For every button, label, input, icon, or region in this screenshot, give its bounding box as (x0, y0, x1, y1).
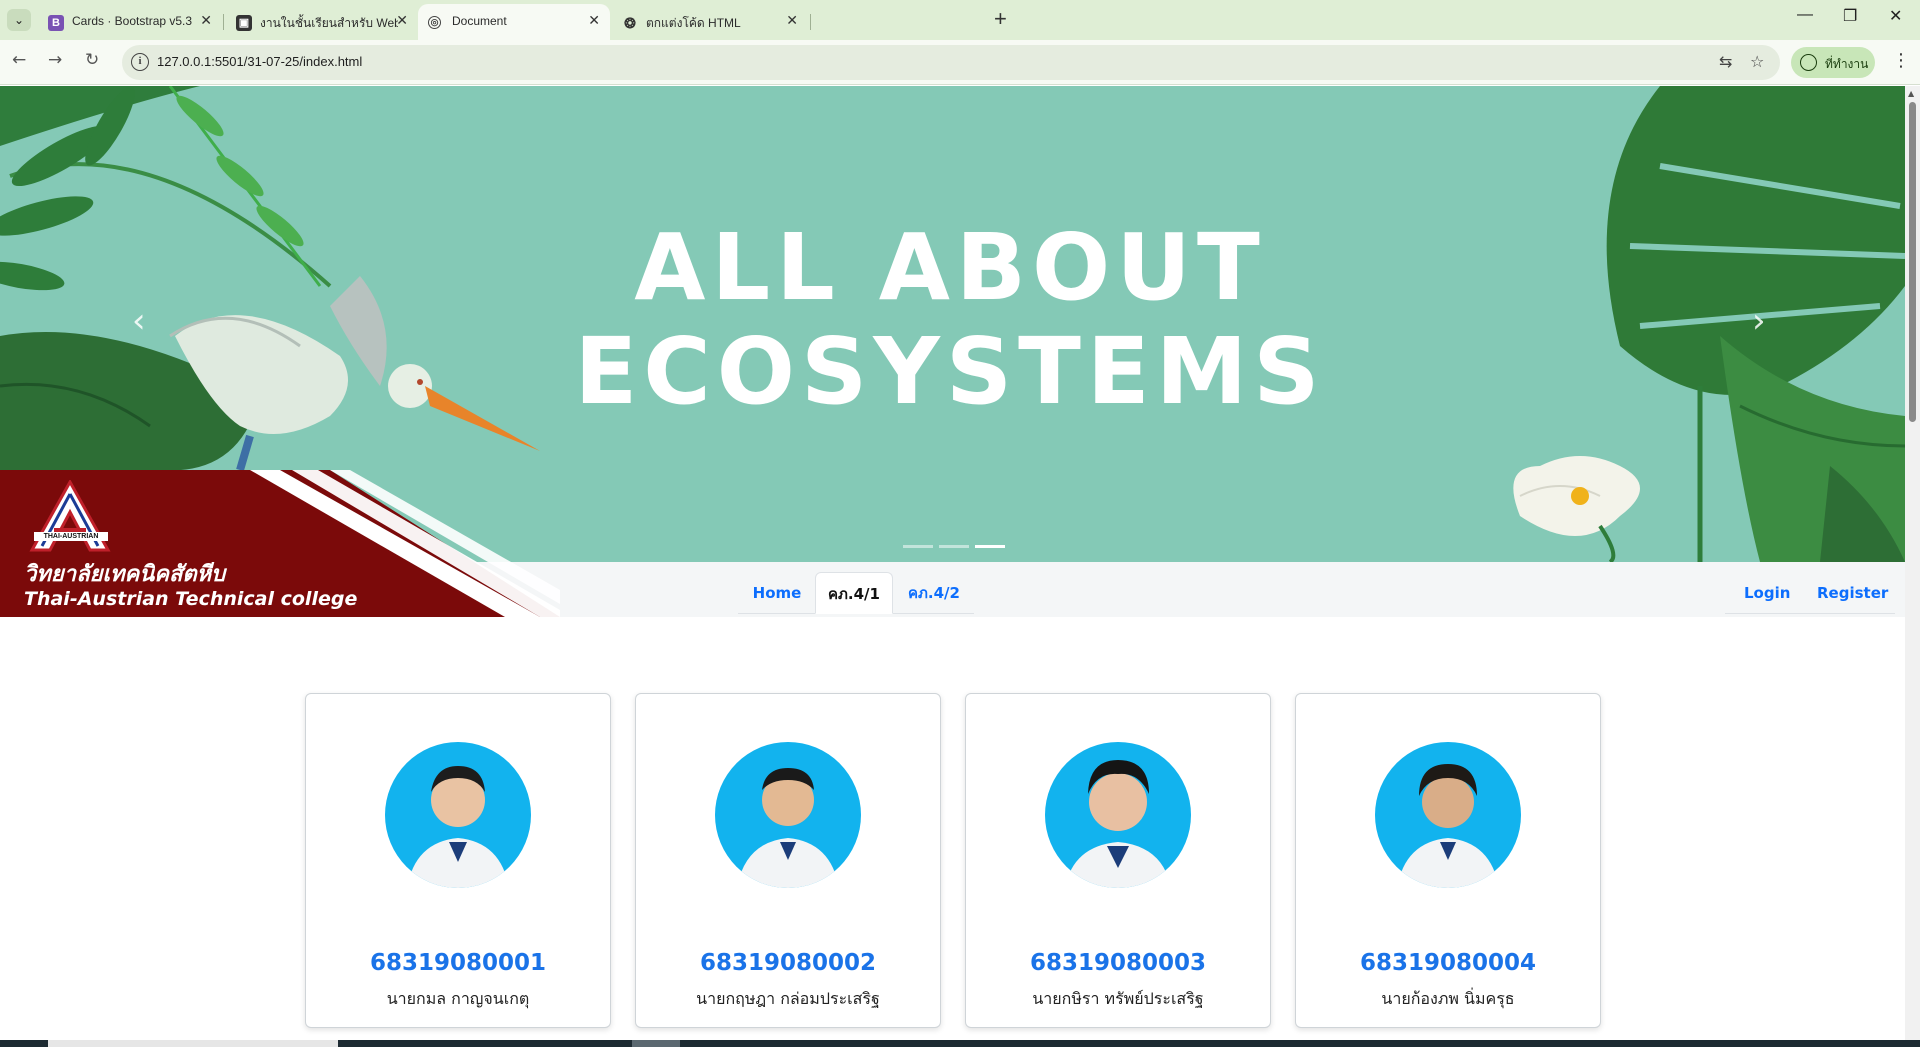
tab-close-icon[interactable]: ✕ (786, 12, 798, 29)
hero-title-line-1: ALL ABOUT (634, 214, 1266, 321)
tab-close-icon[interactable]: ✕ (588, 12, 600, 29)
carousel-next-button[interactable]: › (1752, 301, 1766, 341)
taskbar-app[interactable] (632, 1040, 680, 1047)
student-avatar (1045, 742, 1191, 888)
college-logo-text: THAI-AUSTRIAN (34, 532, 108, 541)
url-text[interactable]: 127.0.0.1:5501/31-07-25/index.html (157, 54, 362, 69)
forward-button[interactable]: → (48, 50, 62, 70)
scrollbar-thumb[interactable] (1909, 102, 1916, 422)
nav-tab-home[interactable]: Home (738, 572, 816, 614)
profile-button[interactable]: ที่ทำงาน (1791, 47, 1875, 78)
student-card[interactable]: 68319080001 นายกมล กาญจนเกตุ (305, 693, 611, 1028)
tab-title: ตกแต่งโค้ด HTML (646, 16, 741, 30)
student-name: นายกมล กาญจนเกตุ (386, 989, 530, 1008)
tab-title: Cards · Bootstrap v5.3 (72, 14, 193, 28)
close-window-button[interactable]: ✕ (1889, 6, 1902, 26)
browser-tab-strip: ⌄ B Cards · Bootstrap v5.3 ✕ ▣ งานในชั้น… (0, 0, 1920, 40)
browser-tab-1[interactable]: B Cards · Bootstrap v5.3 ✕ (38, 4, 222, 40)
chatgpt-icon: ❂ (624, 15, 636, 31)
tab-close-icon[interactable]: ✕ (200, 12, 212, 29)
student-id: 68319080002 (699, 950, 877, 976)
carousel-indicators (900, 533, 1008, 552)
hero-title: ALL ABOUT ECOSYSTEMS (560, 216, 1340, 424)
restore-button[interactable]: ❐ (1843, 6, 1857, 26)
student-card[interactable]: 68319080002 นายกฤษฎา กล่อมประเสริฐ (635, 693, 941, 1028)
register-link[interactable]: Register (1817, 572, 1888, 614)
classroom-icon: ▣ (236, 15, 252, 31)
class-nav-tabs: Home คภ.4/1 คภ.4/2 (738, 572, 974, 614)
student-name: นายกฤษฎา กล่อมประเสริฐ (696, 989, 880, 1008)
student-id: 68319080004 (1359, 950, 1537, 976)
student-id: 68319080003 (1029, 950, 1207, 976)
carousel-indicator-3-active[interactable] (975, 545, 1005, 548)
browser-tab-4[interactable]: ❂ ตกแต่งโค้ด HTML ✕ (612, 4, 808, 40)
browser-tab-2[interactable]: ▣ งานในชั้นเรียนสำหรับ Web Design ✕ (226, 4, 418, 40)
new-tab-button[interactable]: + (994, 6, 1007, 32)
student-avatar (385, 742, 531, 888)
college-logo (29, 480, 111, 552)
student-name: นายกษิรา ทรัพย์ประเสริฐ (1032, 989, 1204, 1008)
student-avatar (1375, 742, 1521, 888)
page-viewport: ALL ABOUT ECOSYSTEMS ‹ › THAI-AUSTRIAN ว… (0, 86, 1905, 1047)
carousel-indicator-1[interactable] (903, 545, 933, 548)
page-scrollbar[interactable]: ▲ (1905, 86, 1920, 1047)
tab-close-icon[interactable]: ✕ (396, 12, 408, 29)
carousel-indicator-2[interactable] (939, 545, 969, 548)
carousel-prev-button[interactable]: ‹ (132, 301, 146, 341)
college-name-thai: วิทยาลัยเทคนิคสัตหีบ (24, 562, 226, 587)
translate-icon[interactable]: ⇆ (1719, 52, 1732, 71)
profile-label: ที่ทำงาน (1825, 57, 1869, 71)
tab-title: งานในชั้นเรียนสำหรับ Web Design (260, 16, 398, 30)
profile-icon (1800, 54, 1817, 71)
os-taskbar (0, 1040, 1920, 1047)
back-button[interactable]: ← (12, 50, 26, 70)
student-card[interactable]: 68319080004 นายก้องภพ นิ่มครุธ (1295, 693, 1601, 1028)
browser-menu-icon[interactable]: ⋮ (1892, 50, 1910, 71)
auth-links: Login Register (1725, 572, 1895, 614)
login-link[interactable]: Login (1744, 572, 1790, 614)
reload-button[interactable]: ↻ (85, 50, 99, 70)
globe-icon: ◎ (428, 16, 441, 29)
college-name-english: Thai-Austrian Technical college (24, 588, 358, 610)
student-id: 68319080001 (369, 950, 547, 976)
scroll-up-icon[interactable]: ▲ (1908, 89, 1914, 98)
bookmark-star-icon[interactable]: ☆ (1750, 52, 1764, 71)
tab-title: Document (452, 14, 507, 28)
tab-divider (810, 14, 811, 30)
student-name: นายก้องภพ นิ่มครุธ (1381, 989, 1515, 1008)
browser-toolbar: ← → ↻ i 127.0.0.1:5501/31-07-25/index.ht… (0, 40, 1920, 85)
hero-title-line-2: ECOSYSTEMS (574, 318, 1326, 425)
student-card[interactable]: 68319080003 นายกษิรา ทรัพย์ประเสริฐ (965, 693, 1271, 1028)
tab-search-button[interactable]: ⌄ (7, 9, 31, 31)
tab-divider (223, 14, 224, 30)
nav-tab-class-4-1[interactable]: คภ.4/1 (815, 572, 893, 614)
address-bar[interactable]: i 127.0.0.1:5501/31-07-25/index.html ⇆ ☆ (122, 45, 1780, 80)
student-avatar (715, 742, 861, 888)
minimize-button[interactable]: — (1797, 6, 1813, 24)
browser-tab-3-active[interactable]: ◎ Document ✕ (418, 4, 610, 40)
nav-tab-class-4-2[interactable]: คภ.4/2 (894, 572, 974, 614)
bootstrap-icon: B (48, 15, 64, 31)
taskbar-search[interactable] (48, 1040, 338, 1047)
site-info-icon[interactable]: i (131, 53, 149, 71)
